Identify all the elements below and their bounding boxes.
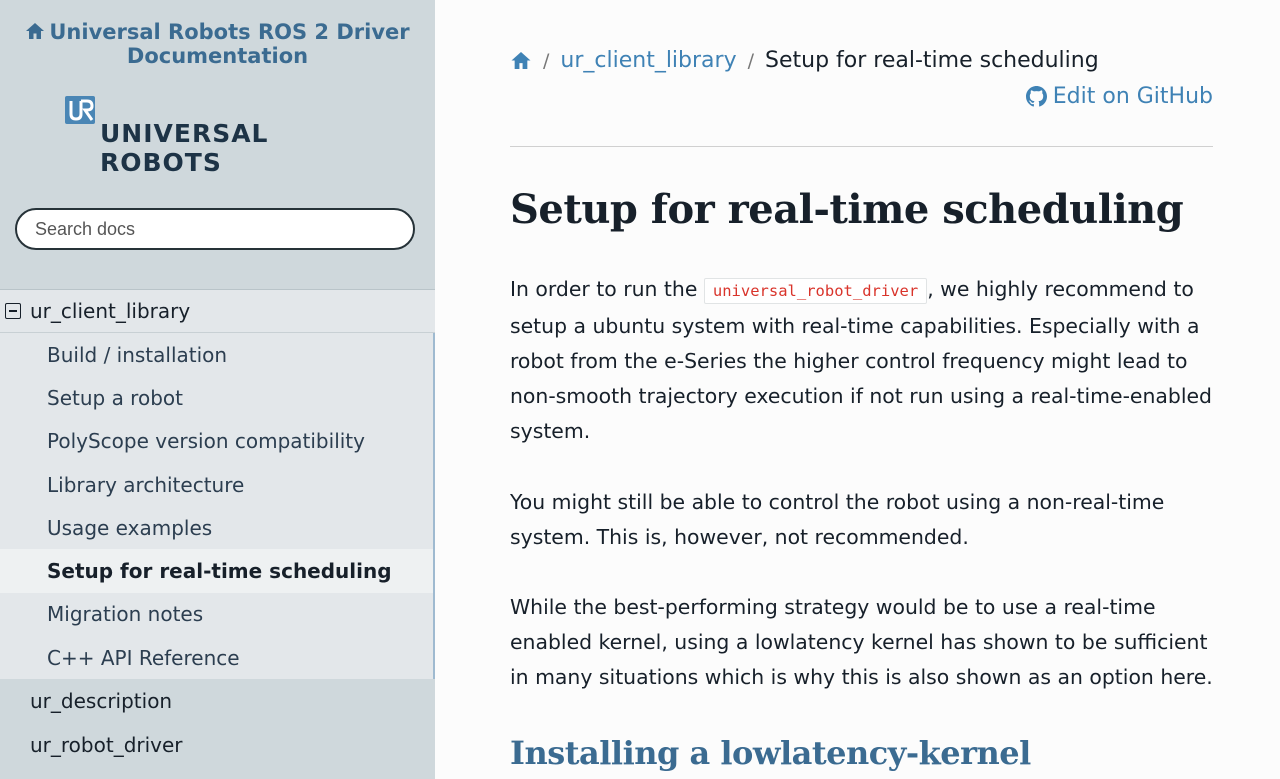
nav-item-library-architecture[interactable]: Library architecture [0, 463, 433, 506]
collapse-toggle-icon[interactable] [5, 303, 21, 319]
nav-item-label: Usage examples [47, 515, 213, 540]
logo-text: UNIVERSAL ROBOTS [100, 119, 269, 177]
nav-item-label: Setup for real-time scheduling [47, 559, 392, 584]
nav-item-label: ur_client_library [30, 299, 191, 323]
breadcrumb-separator: / [747, 49, 755, 72]
home-icon [26, 23, 45, 39]
nav-item-label: ur_robot_driver [30, 732, 183, 757]
nav-item-build-installation[interactable]: Build / installation [0, 333, 433, 376]
edit-on-github-label: Edit on GitHub [1052, 84, 1213, 109]
nav-item-polyscope-compat[interactable]: PolyScope version compatibility [0, 420, 433, 463]
intro-paragraph: In order to run the universal_robot_driv… [510, 272, 1220, 449]
nav-item-label: Setup a robot [47, 385, 183, 410]
paragraph: While the best-performing strategy would… [510, 595, 1213, 689]
edit-on-github-link[interactable]: Edit on GitHub [1025, 84, 1213, 109]
nav-item-label: PolyScope version compatibility [47, 429, 365, 454]
nav-menu: ur_client_library Build / installation S… [0, 289, 435, 766]
ur-logo-icon [65, 96, 95, 124]
nav-item-realtime-scheduling[interactable]: Setup for real-time scheduling [0, 549, 433, 593]
breadcrumb: / ur_client_library / Setup for real-tim… [510, 48, 1099, 73]
universal-robots-logo: UNIVERSAL ROBOTS [64, 95, 374, 177]
nav-item-cpp-api[interactable]: C++ API Reference [0, 636, 433, 679]
nav-item-ur-client-library[interactable]: ur_client_library [0, 289, 435, 333]
paragraph: You might still be able to control the r… [510, 490, 1165, 549]
nav-item-setup-robot[interactable]: Setup a robot [0, 376, 433, 419]
nav-item-label: Build / installation [47, 342, 228, 367]
main-content: / ur_client_library / Setup for real-tim… [435, 0, 1280, 779]
search-input[interactable] [17, 210, 413, 248]
nav-item-label: Migration notes [47, 602, 204, 627]
sidebar: Universal Robots ROS 2 Driver Documentat… [0, 0, 435, 779]
section-heading: Installing a lowlatency-kernel [510, 734, 1031, 772]
divider [510, 146, 1213, 147]
nav-item-label: Library architecture [47, 472, 245, 497]
breadcrumb-parent-link[interactable]: ur_client_library [560, 48, 736, 73]
page-title: Setup for real-time scheduling [510, 186, 1184, 233]
inline-code: universal_robot_driver [703, 278, 928, 304]
nav-item-migration-notes[interactable]: Migration notes [0, 593, 433, 636]
home-icon[interactable] [510, 51, 532, 70]
nav-children: Build / installation Setup a robot PolyS… [0, 333, 435, 680]
breadcrumb-separator: / [543, 49, 550, 72]
nav-item-label: ur_description [30, 689, 173, 714]
nav-item-label: C++ API Reference [47, 645, 240, 670]
search-box [15, 208, 415, 250]
nav-item-ur-description[interactable]: ur_description [0, 679, 435, 723]
project-title: Universal Robots ROS 2 Driver Documentat… [49, 20, 410, 68]
nav-item-usage-examples[interactable]: Usage examples [0, 506, 433, 549]
nav-item-ur-robot-driver[interactable]: ur_robot_driver [0, 723, 435, 767]
project-title-link[interactable]: Universal Robots ROS 2 Driver Documentat… [0, 20, 435, 68]
github-icon [1025, 86, 1047, 107]
breadcrumb-current: Setup for real-time scheduling [765, 48, 1099, 73]
text: In order to run the [510, 277, 704, 301]
